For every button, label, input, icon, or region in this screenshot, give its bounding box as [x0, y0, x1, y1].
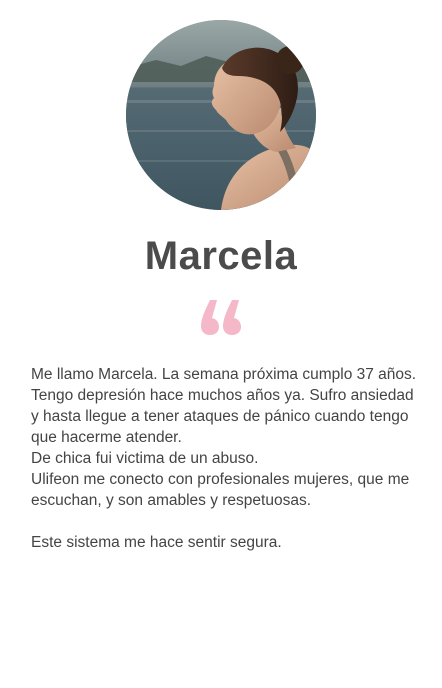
- testimonial-line: Ulifeon me conecto con profesionales muj…: [31, 471, 410, 509]
- testimonial-line: De chica fui victima de un abuso.: [31, 450, 259, 467]
- avatar-photo: [126, 20, 316, 210]
- quote-icon: [196, 296, 246, 336]
- testimonial-card: Marcela Me llamo Marcela. La semana próx…: [0, 0, 442, 688]
- testimonial-line: Me llamo Marcela. La semana próxima cump…: [31, 366, 417, 383]
- testimonial-text: Me llamo Marcela. La semana próxima cump…: [31, 364, 421, 553]
- testimonial-line: Tengo depresión hace muchos años ya. Suf…: [31, 387, 414, 446]
- testimonial-line: Este sistema me hace sentir segura.: [31, 534, 282, 551]
- person-name: Marcela: [144, 234, 298, 278]
- avatar: [126, 20, 316, 210]
